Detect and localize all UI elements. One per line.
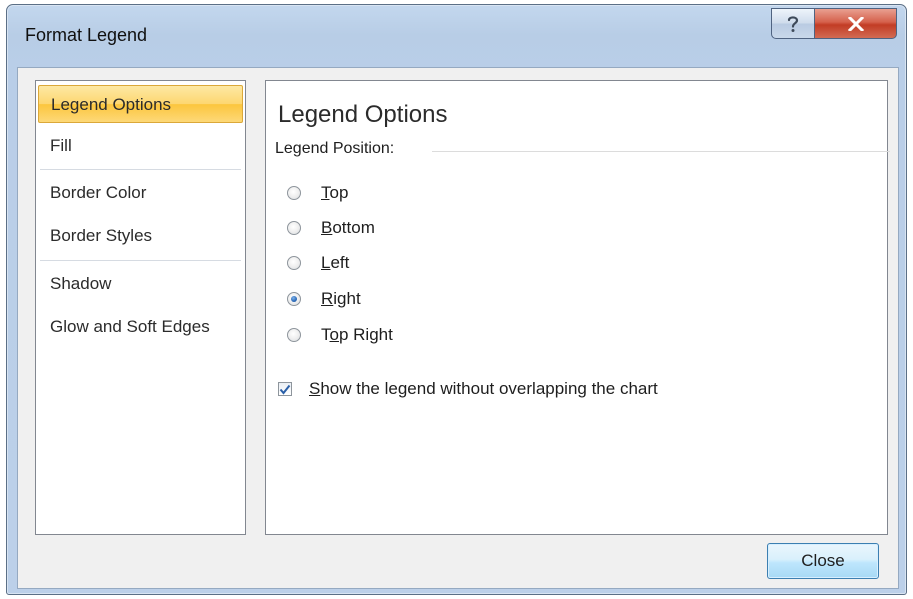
nav-item-legend-options[interactable]: Legend Options — [38, 85, 243, 123]
radio-label-left: Left — [321, 253, 350, 272]
nav-item-border-color[interactable]: Border Color — [38, 174, 243, 212]
radio-button-selected[interactable] — [287, 292, 301, 306]
radio-right[interactable]: Right — [287, 285, 361, 313]
nav-item-shadow[interactable]: Shadow — [38, 265, 243, 303]
radio-label-bottom: Bottom — [321, 218, 375, 237]
panel-heading: Legend Options — [278, 101, 448, 128]
nav-item-border-styles[interactable]: Border Styles — [38, 217, 243, 255]
help-button[interactable] — [771, 8, 815, 39]
nav-divider — [40, 260, 241, 261]
close-x-icon — [847, 16, 864, 31]
window-close-button[interactable] — [815, 8, 897, 39]
radio-button[interactable] — [287, 186, 301, 200]
radio-button[interactable] — [287, 221, 301, 235]
window-title: Format Legend — [25, 25, 148, 45]
legend-position-label: Legend Position: — [275, 140, 395, 157]
overlap-checkbox-label: Show the legend without overlapping the … — [309, 379, 658, 398]
radio-bottom[interactable]: Bottom — [287, 214, 375, 242]
radio-label-right: Right — [321, 289, 361, 308]
close-button[interactable]: Close — [767, 543, 879, 579]
caption-buttons — [771, 8, 897, 41]
category-list: Legend Options Fill Border Color Border … — [35, 80, 246, 535]
nav-item-fill[interactable]: Fill — [38, 127, 243, 165]
dialog-client-area: Legend Options Fill Border Color Border … — [17, 67, 899, 589]
radio-label-top: Top — [321, 183, 349, 202]
radio-left[interactable]: Left — [287, 249, 349, 277]
format-legend-dialog: Format Legend Legend Options Fill Border… — [6, 4, 907, 595]
nav-item-glow-soft-edges[interactable]: Glow and Soft Edges — [38, 308, 243, 346]
question-mark-icon — [787, 15, 799, 32]
overlap-checkbox-row[interactable]: Show the legend without overlapping the … — [278, 376, 658, 402]
radio-button[interactable] — [287, 328, 301, 342]
checkmark-icon — [279, 384, 291, 395]
options-panel: Legend Options Legend Position: Top Bott… — [265, 80, 890, 535]
group-separator — [432, 151, 890, 152]
nav-divider — [40, 169, 241, 170]
radio-top-right[interactable]: Top Right — [287, 321, 393, 349]
overlap-checkbox[interactable] — [278, 382, 292, 396]
radio-button[interactable] — [287, 256, 301, 270]
radio-top[interactable]: Top — [287, 179, 348, 207]
radio-label-top-right: Top Right — [321, 325, 393, 344]
